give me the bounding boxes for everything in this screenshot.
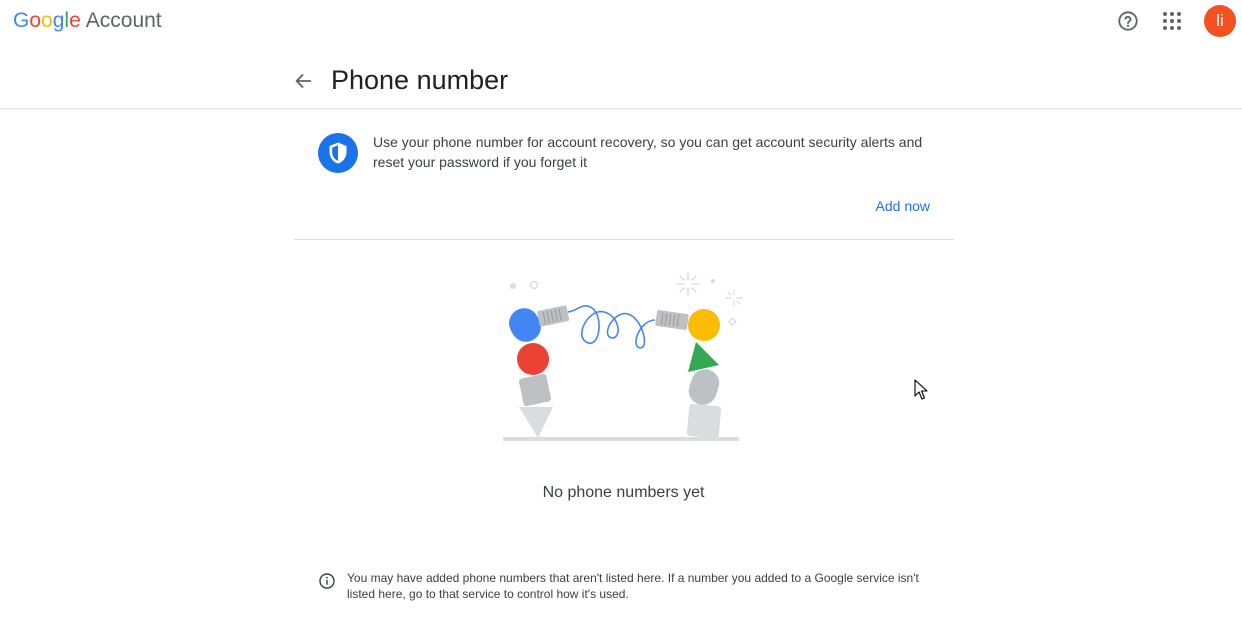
logo-letter-4: g: [52, 9, 65, 32]
mouse-pointer-icon: [914, 379, 928, 400]
shield-icon: [329, 142, 347, 164]
sparkle-ring: [529, 280, 539, 290]
empty-state-label: No phone numbers yet: [542, 484, 705, 501]
shield-badge: [318, 133, 358, 173]
grey-capsule: [688, 369, 720, 405]
green-triangle: [688, 342, 719, 372]
avatar-initial: li: [1216, 11, 1224, 30]
page-title: Phone number: [331, 65, 509, 95]
sparkle-burst-small: [725, 289, 743, 307]
footnote-text: You may have added phone numbers that ar…: [347, 571, 919, 601]
recovery-info-text: Use your phone number for account recove…: [373, 134, 923, 170]
ground-line: [503, 437, 739, 441]
sparkle-dot: [711, 279, 715, 283]
google-wordmark: Google: [13, 8, 81, 34]
recovery-info-card: Use your phone number for account recove…: [294, 110, 954, 240]
logo-letter-2: o: [29, 9, 42, 32]
account-avatar[interactable]: li: [1204, 5, 1236, 37]
arrow-back-icon: [295, 74, 312, 88]
apps-grid-icon: [1163, 12, 1181, 30]
footnote: You may have added phone numbers that ar…: [318, 570, 928, 602]
right-stack: [655, 309, 722, 439]
logo-letter-3: o: [41, 9, 53, 32]
page-header: Phone number: [0, 52, 1242, 109]
sparkle-diamond: [728, 317, 737, 326]
top-bar: Google Account li: [0, 0, 1242, 44]
grey-square: [518, 373, 552, 407]
logo-letter-6: e: [69, 9, 81, 32]
grey-triangle: [519, 407, 553, 438]
back-button[interactable]: [290, 68, 316, 94]
left-stack: [509, 305, 570, 438]
left-cable-connector: [537, 305, 570, 327]
empty-state-illustration: [503, 271, 743, 441]
sparkle-burst: [675, 271, 701, 297]
google-apps-button[interactable]: [1160, 9, 1184, 33]
add-now-link[interactable]: Add now: [876, 196, 930, 216]
account-wordmark: Account: [85, 9, 162, 32]
info-icon: [319, 573, 335, 589]
right-cable-connector: [655, 310, 689, 330]
help-button[interactable]: [1116, 9, 1140, 33]
google-account-logo[interactable]: Google Account: [13, 8, 162, 34]
logo-letter-1: G: [13, 9, 30, 32]
yellow-circle: [688, 309, 720, 341]
coiled-cable: [567, 305, 656, 349]
light-grey-square: [686, 403, 722, 439]
red-circle: [517, 343, 549, 375]
sparkle-dot: [510, 283, 516, 289]
help-circle-icon: [1118, 11, 1138, 31]
